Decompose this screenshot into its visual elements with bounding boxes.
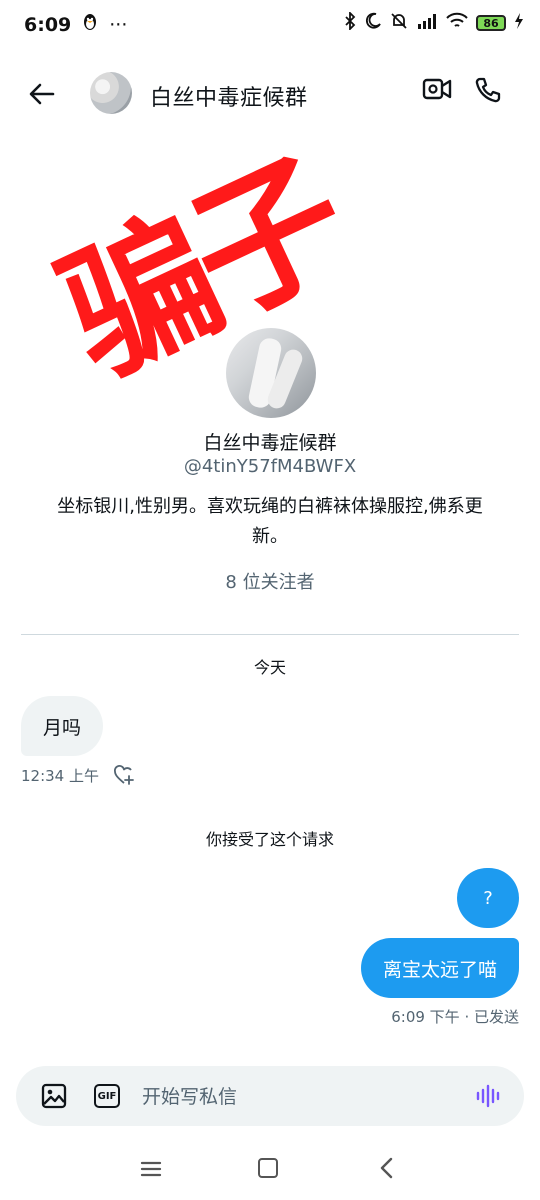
back-button[interactable] [22, 74, 62, 114]
incoming-message-bubble[interactable]: 月吗 [21, 696, 104, 756]
status-time: 6:09 [24, 13, 72, 36]
add-reaction-button[interactable] [113, 764, 135, 786]
status-left: 6:09 ··· [24, 12, 127, 37]
video-call-button[interactable] [422, 76, 458, 112]
followers-count[interactable]: 8 位关注者 [0, 568, 540, 594]
outgoing-message-bubble[interactable]: 离宝太远了喵 [360, 938, 519, 998]
video-camera-icon [422, 78, 452, 100]
status-right: 86 [344, 10, 524, 34]
signal-icon [416, 12, 438, 34]
arrow-left-icon [29, 83, 55, 105]
image-icon [41, 1083, 67, 1109]
incoming-message-time: 12:34 上午 [21, 766, 99, 785]
more-notifications-icon: ··· [109, 13, 128, 36]
voice-message-button[interactable] [474, 1082, 502, 1110]
profile-handle[interactable]: @4tinY57fM4BWFX [0, 456, 540, 477]
voice-call-button[interactable] [474, 76, 510, 112]
bluetooth-icon [344, 10, 356, 34]
divider [21, 634, 519, 635]
incoming-message-text: 月吗 [43, 716, 82, 739]
wifi-icon [446, 12, 468, 34]
dm-conversation-screen: 6:09 ··· 86 白丝中毒症候群 骗子 白丝中毒症候群 @4tinY57f… [0, 0, 540, 1200]
profile-avatar[interactable] [226, 328, 316, 418]
outgoing-message-text: 离宝太远了喵 [382, 958, 497, 981]
status-bar: 6:09 ··· 86 [0, 0, 540, 50]
heart-plus-icon [114, 765, 134, 785]
add-image-button[interactable] [40, 1082, 68, 1110]
menu-lines-icon [140, 1161, 162, 1177]
outgoing-message-text: ? [483, 887, 493, 909]
outgoing-message-meta: 6:09 下午 · 已发送 [391, 1008, 519, 1026]
date-separator: 今天 [253, 658, 286, 677]
incoming-message-meta: 12:34 上午 [21, 764, 135, 786]
request-accepted-note: 你接受了这个请求 [205, 830, 334, 849]
qq-penguin-icon [81, 12, 99, 37]
message-input[interactable] [140, 1078, 444, 1116]
message-composer: GIF [16, 1066, 524, 1126]
profile-name[interactable]: 白丝中毒症候群 [0, 428, 540, 455]
mute-bell-icon [390, 12, 408, 34]
system-back-button[interactable] [376, 1156, 398, 1180]
profile-bio: 坐标银川,性别男。喜欢玩绳的白裤袜体操服控,佛系更新。 [57, 496, 483, 547]
conversation-title[interactable]: 白丝中毒症候群 [150, 80, 308, 112]
charging-icon [514, 13, 524, 33]
recent-apps-button[interactable] [140, 1158, 162, 1180]
outgoing-message-bubble[interactable]: ? [457, 868, 519, 928]
audio-waveform-icon [476, 1084, 500, 1108]
conversation-header: 白丝中毒症候群 [0, 60, 540, 126]
chevron-left-icon [380, 1157, 393, 1179]
system-navigation-bar [0, 1140, 540, 1200]
gif-button[interactable]: GIF [94, 1084, 120, 1108]
header-avatar[interactable] [90, 72, 132, 114]
home-button[interactable] [258, 1158, 278, 1178]
moon-icon [364, 12, 382, 34]
phone-icon [475, 77, 501, 103]
battery-indicator: 86 [476, 15, 506, 31]
